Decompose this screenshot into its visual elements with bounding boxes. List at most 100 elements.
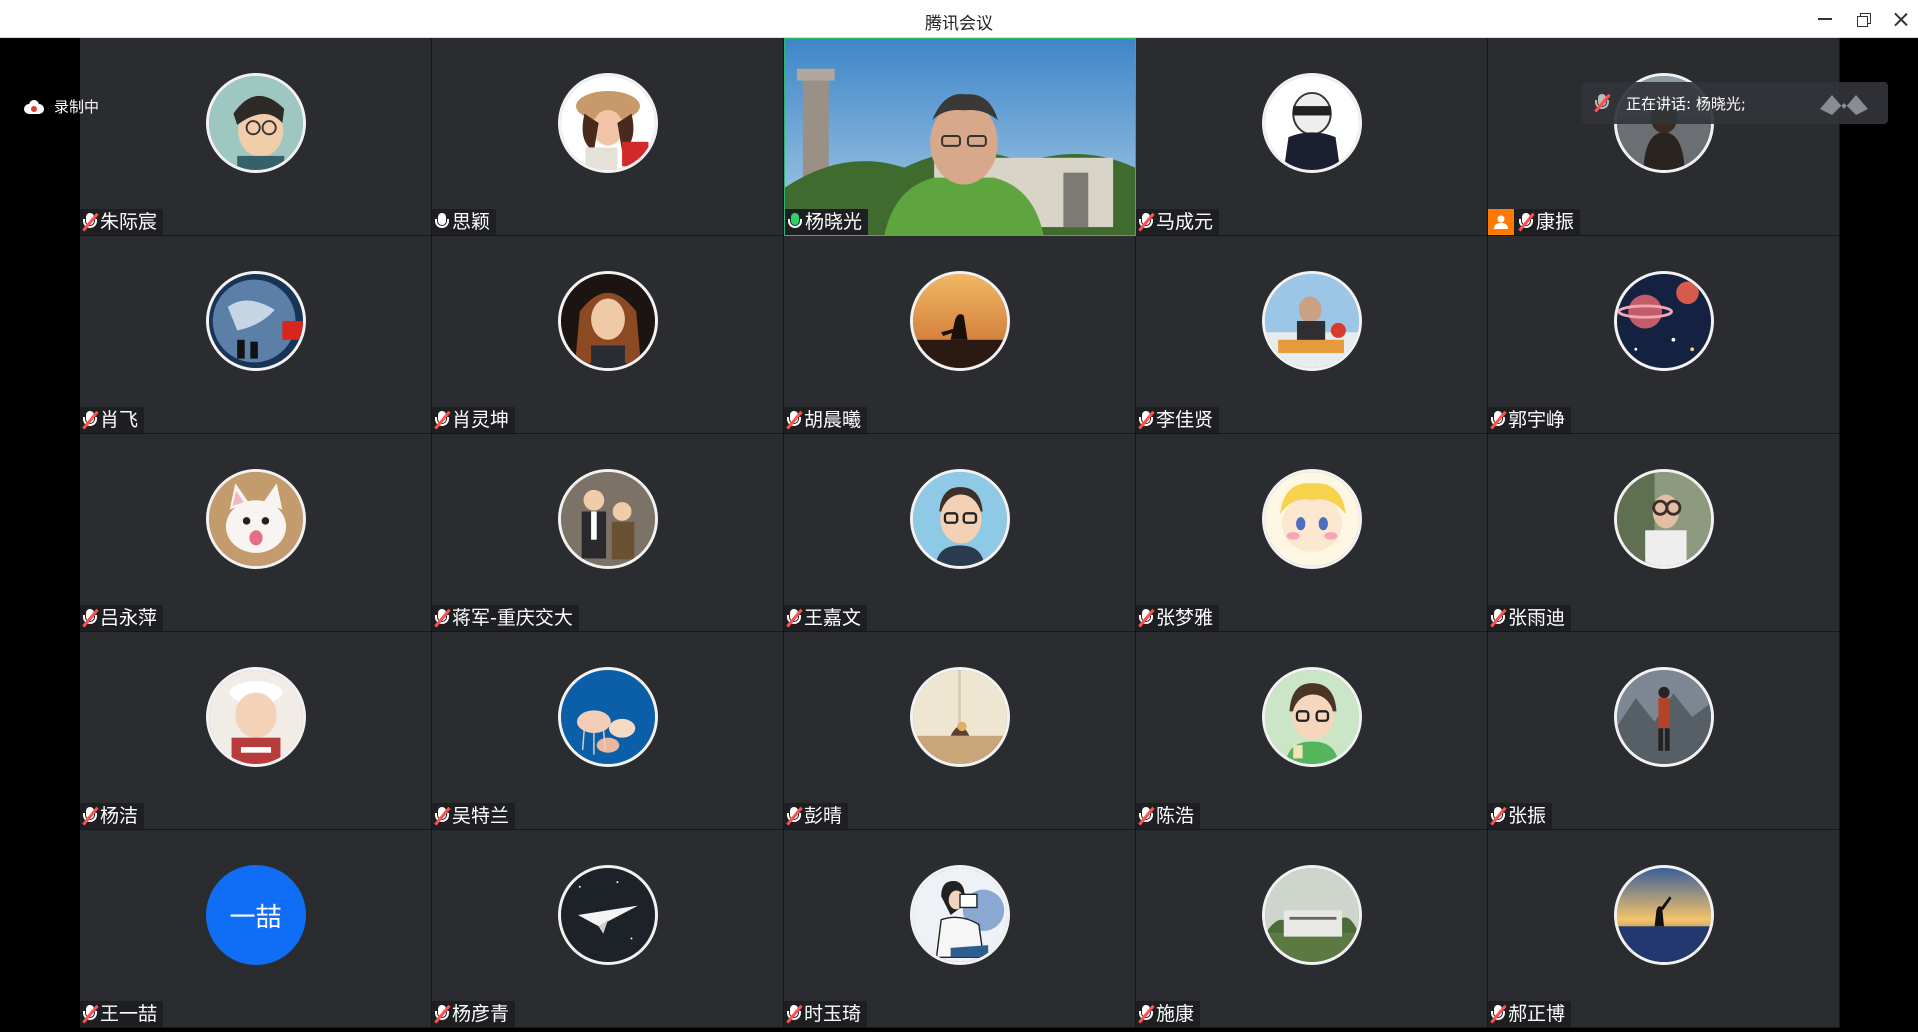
restore-button[interactable] (1850, 6, 1876, 32)
participant-tile[interactable]: 张振 (1488, 632, 1840, 830)
avatar (1261, 73, 1362, 173)
restore-icon (1856, 13, 1871, 27)
participant-nametag: 李佳贤 (1136, 407, 1220, 433)
mic-muted-icon (1138, 608, 1155, 628)
avatar (205, 73, 306, 173)
participant-nametag: 时玉琦 (784, 1001, 868, 1027)
participant-name: 肖飞 (100, 409, 139, 431)
mic-muted-icon (786, 806, 803, 826)
participant-name: 张梦雅 (1156, 607, 1214, 629)
participant-nametag: 康振 (1488, 209, 1581, 235)
participant-tile[interactable]: 郭宇峥 (1488, 236, 1840, 434)
participant-nametag: 王一喆 (80, 1001, 164, 1027)
participant-name: 李佳贤 (1156, 409, 1214, 431)
mic-muted-icon (82, 806, 99, 826)
avatar (205, 271, 306, 371)
avatar (557, 667, 658, 767)
participant-nametag: 张振 (1488, 803, 1553, 829)
window-title: 腾讯会议 (925, 14, 993, 34)
participant-nametag: 朱际宸 (80, 209, 164, 235)
avatar (557, 469, 658, 569)
minimize-button[interactable] (1812, 6, 1838, 32)
participant-tile[interactable]: 杨彦青 (432, 830, 784, 1028)
participant-name: 朱际宸 (100, 211, 158, 233)
mic-muted-icon (1138, 1004, 1155, 1024)
avatar (909, 469, 1010, 569)
participant-name: 吴特兰 (452, 805, 510, 827)
participant-tile[interactable]: 蒋军-重庆交大 (432, 434, 784, 632)
participant-tile[interactable]: 肖灵坤 (432, 236, 784, 434)
avatar (909, 865, 1010, 965)
participant-tile[interactable]: 李佳贤 (1136, 236, 1488, 434)
participant-tile[interactable]: 杨洁 (80, 632, 432, 830)
participant-tile[interactable]: 朱际宸 (80, 38, 432, 236)
participant-nametag: 杨彦青 (432, 1001, 516, 1027)
participant-name: 彭晴 (804, 805, 843, 827)
participant-tile[interactable]: 陈浩 (1136, 632, 1488, 830)
avatar (1613, 667, 1714, 767)
participant-tile[interactable]: 彭晴 (784, 632, 1136, 830)
mic-muted-icon (1490, 1004, 1507, 1024)
participant-nametag: 陈浩 (1136, 803, 1201, 829)
participant-tile[interactable]: 康振 (1488, 38, 1840, 236)
mic-muted-icon (82, 212, 99, 232)
participant-tile[interactable]: 胡晨曦 (784, 236, 1136, 434)
mic-muted-icon (1138, 806, 1155, 826)
participant-name: 蒋军-重庆交大 (452, 607, 573, 629)
avatar (1261, 865, 1362, 965)
mic-muted-icon (1490, 608, 1507, 628)
meeting-logo-icon (1820, 95, 1868, 115)
mic-muted-icon (434, 608, 451, 628)
participant-tile[interactable]: 施康 (1136, 830, 1488, 1028)
participant-nametag: 彭晴 (784, 803, 849, 829)
participant-nametag: 吴特兰 (432, 803, 516, 829)
recording-indicator[interactable]: 录制中 (24, 96, 99, 117)
participant-nametag: 肖灵坤 (432, 407, 516, 433)
participant-name: 张雨迪 (1508, 607, 1566, 629)
participant-name: 杨洁 (100, 805, 139, 827)
mic-muted-icon (1490, 806, 1507, 826)
participant-name: 杨晓光 (805, 211, 863, 233)
participant-tile[interactable]: 肖飞 (80, 236, 432, 434)
avatar (1261, 271, 1362, 371)
participant-nametag: 张梦雅 (1136, 605, 1220, 631)
participant-tile[interactable]: 马成元 (1136, 38, 1488, 236)
mic-muted-icon (1138, 410, 1155, 430)
participant-tile[interactable]: 张雨迪 (1488, 434, 1840, 632)
avatar: 一喆 (205, 865, 306, 965)
avatar (557, 271, 658, 371)
avatar (1613, 469, 1714, 569)
participant-tile[interactable]: 杨晓光 (784, 38, 1136, 236)
participant-nametag: 胡晨曦 (784, 407, 868, 433)
participant-tile[interactable]: 一喆王一喆 (80, 830, 432, 1028)
mic-muted-icon (434, 410, 451, 430)
meeting-stage: 朱际宸 思颖 杨晓光 马成元 康振肖飞 肖灵坤 胡晨曦 李佳贤 郭宇峥吕永萍 蒋军-重庆交大 王嘉文… (0, 38, 1918, 1032)
participant-name: 杨彦青 (452, 1003, 510, 1025)
avatar (909, 271, 1010, 371)
mic-icon (434, 212, 450, 232)
participant-tile[interactable]: 王嘉文 (784, 434, 1136, 632)
minimize-icon (1818, 18, 1832, 20)
avatar (909, 667, 1010, 767)
participant-tile[interactable]: 时玉琦 (784, 830, 1136, 1028)
mic-muted-icon (434, 806, 451, 826)
avatar (205, 667, 306, 767)
participant-name: 郭宇峥 (1508, 409, 1566, 431)
participant-tile[interactable]: 郝正博 (1488, 830, 1840, 1028)
mic-muted-icon (1518, 212, 1535, 232)
recording-label: 录制中 (54, 98, 100, 116)
avatar (1613, 865, 1714, 965)
participant-tile[interactable]: 吕永萍 (80, 434, 432, 632)
participant-tile[interactable]: 吴特兰 (432, 632, 784, 830)
participant-nametag: 肖飞 (80, 407, 145, 433)
participant-tile[interactable]: 思颖 (432, 38, 784, 236)
participant-nametag: 郝正博 (1488, 1001, 1572, 1027)
host-icon (1488, 209, 1514, 235)
participant-nametag: 思颖 (432, 209, 497, 235)
mic-muted-icon (1138, 212, 1155, 232)
participant-tile[interactable]: 张梦雅 (1136, 434, 1488, 632)
mic-muted-icon (786, 410, 803, 430)
participant-name: 思颖 (452, 211, 491, 233)
participant-name: 张振 (1508, 805, 1547, 827)
close-button[interactable] (1888, 6, 1914, 32)
